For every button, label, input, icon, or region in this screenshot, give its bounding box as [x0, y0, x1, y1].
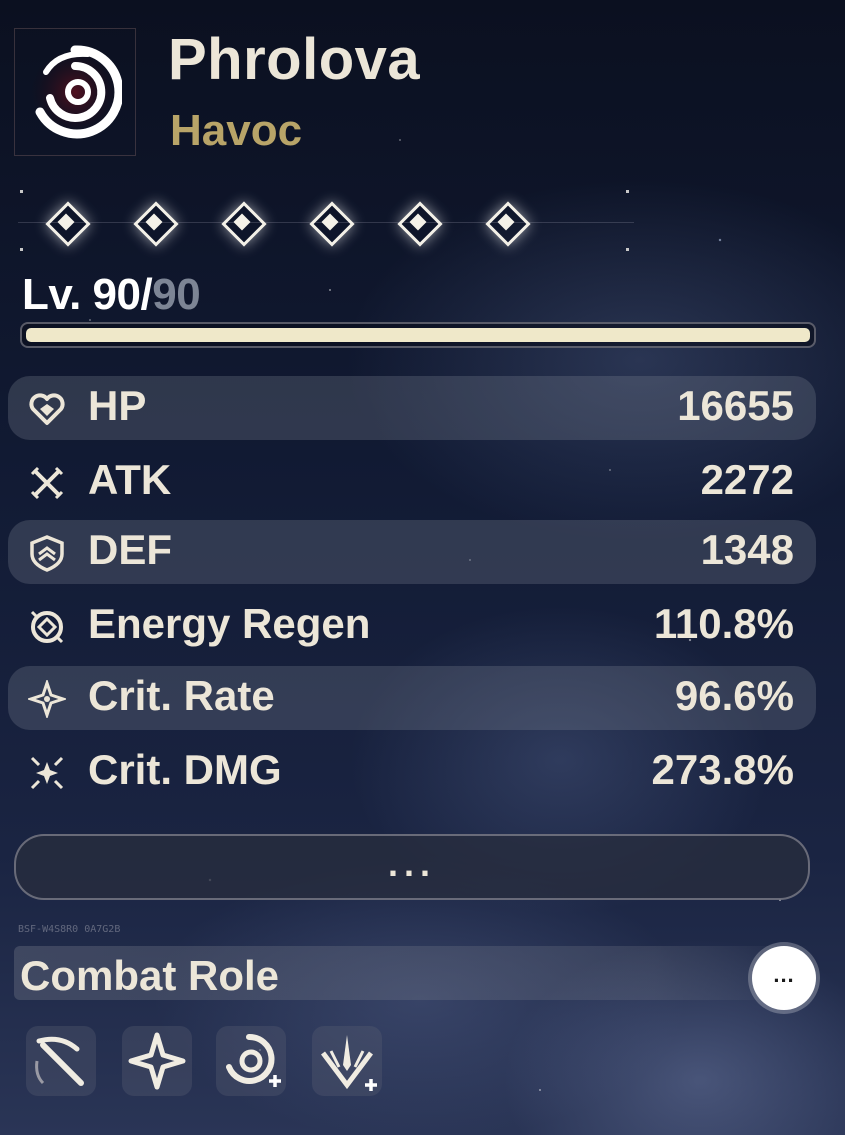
stat-value: 2272	[700, 456, 794, 503]
level-separator: /	[140, 270, 153, 319]
sequence-node-4[interactable]	[309, 201, 355, 247]
character-emblem	[14, 28, 136, 156]
role-icon-4[interactable]	[312, 1026, 382, 1096]
combat-role-title: Combat Role	[20, 952, 280, 999]
stat-label: HP	[88, 382, 147, 429]
stat-label: Crit. Rate	[88, 672, 275, 719]
sequence-node-6[interactable]	[485, 201, 531, 247]
sequence-tick	[626, 190, 629, 193]
shield-icon	[30, 535, 64, 572]
heart-icon	[29, 393, 65, 425]
role-icon-3[interactable]	[216, 1026, 286, 1096]
sequence-node-5[interactable]	[397, 201, 443, 247]
crit-star-icon	[128, 1032, 186, 1090]
havoc-spiral-icon	[31, 45, 122, 139]
stat-label: DEF	[88, 526, 172, 573]
stat-row-energy-regen: Energy Regen 110.8%	[8, 594, 816, 658]
sword-burst-plus-icon	[321, 1035, 377, 1091]
level-prefix: Lv.	[22, 270, 93, 319]
sparkle-icon	[28, 680, 66, 718]
level-progress-bar	[20, 322, 816, 348]
combat-role-more-label: ...	[773, 962, 795, 987]
stat-row-def: DEF 1348	[8, 520, 816, 584]
character-name: Phrolova	[168, 27, 421, 92]
stat-row-crit-rate: Crit. Rate 96.6%	[8, 666, 816, 730]
sequence-node-2[interactable]	[133, 201, 179, 247]
crossed-swords-icon	[30, 466, 64, 500]
stat-value: 96.6%	[674, 672, 794, 719]
stat-value: 16655	[677, 382, 794, 429]
sequence-tick	[20, 248, 23, 251]
level-current: 90	[92, 270, 141, 319]
sequence-tick	[626, 248, 629, 251]
stat-row-atk: ATK 2272	[8, 450, 816, 514]
stat-label: Crit. DMG	[88, 746, 282, 793]
stat-label: ATK	[88, 456, 172, 503]
watermark: BSF-W4S8R0 0A7G2B	[18, 924, 121, 935]
stat-value: 273.8%	[651, 746, 794, 793]
more-stats-button[interactable]: ...	[14, 834, 810, 900]
havoc-spiral-plus-icon	[226, 1033, 281, 1087]
character-element: Havoc	[170, 106, 303, 155]
sequence-nodes	[18, 188, 634, 256]
role-icon-2[interactable]	[122, 1026, 192, 1096]
sequence-tick	[20, 190, 23, 193]
level-progress-fill	[26, 328, 810, 342]
level-text: Lv. 90/90	[22, 270, 201, 320]
stat-value: 1348	[700, 526, 794, 573]
role-icon-1[interactable]	[26, 1026, 96, 1096]
stat-row-hp: HP 16655	[8, 376, 816, 440]
sequence-node-1[interactable]	[45, 201, 91, 247]
stat-value: 110.8%	[653, 600, 794, 647]
stat-row-crit-dmg: Crit. DMG 273.8%	[8, 740, 816, 804]
level-max: 90	[152, 270, 201, 319]
burst-sparkle-icon	[30, 756, 64, 790]
scythe-blade-icon	[35, 1036, 84, 1086]
more-stats-label: ...	[387, 843, 436, 884]
energy-regen-icon	[30, 610, 64, 644]
stat-label: Energy Regen	[88, 600, 371, 647]
sequence-node-3[interactable]	[221, 201, 267, 247]
combat-role-more-button[interactable]: ...	[752, 946, 816, 1010]
